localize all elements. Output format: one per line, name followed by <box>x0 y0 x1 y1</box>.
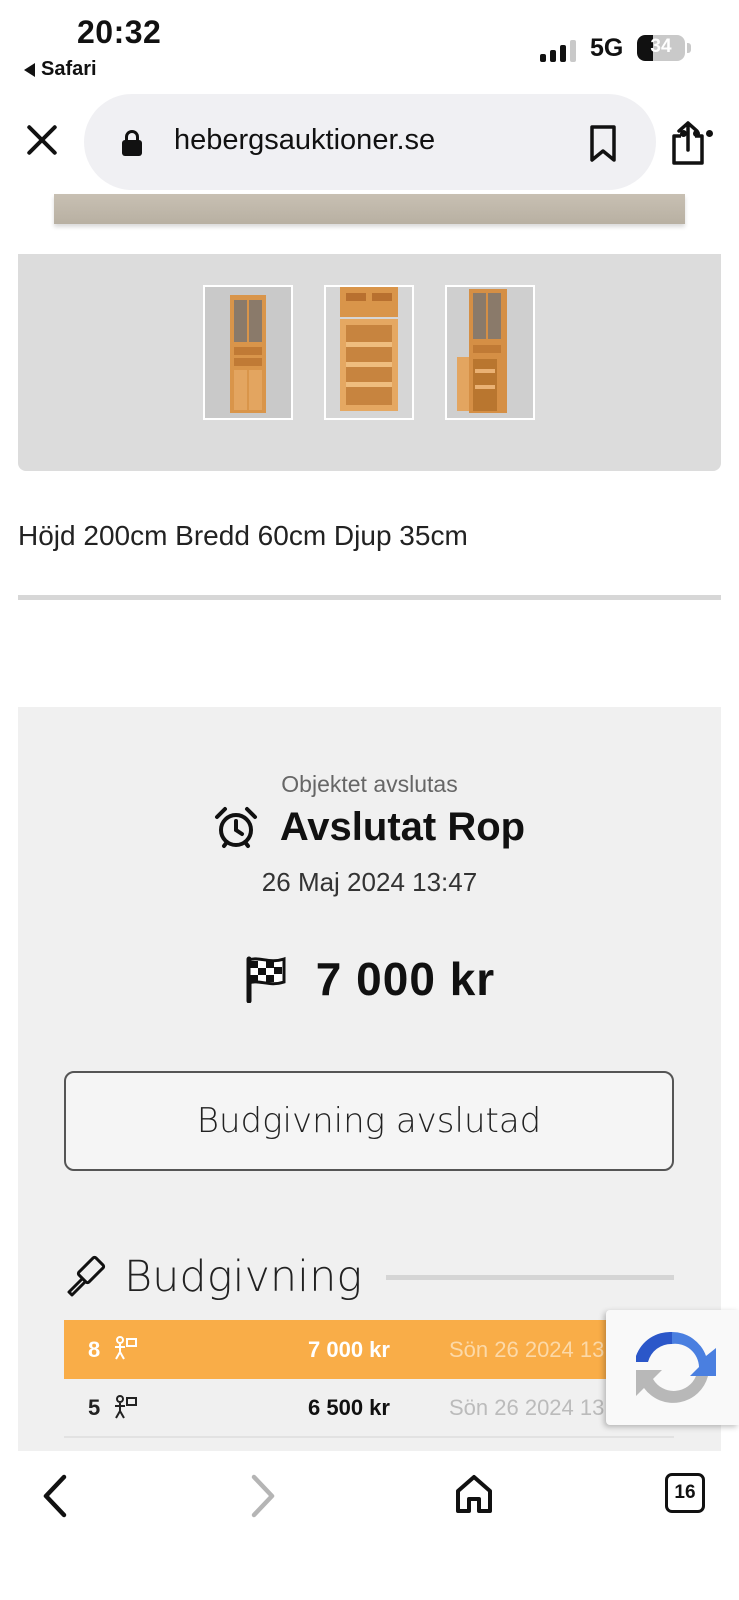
recaptcha-icon <box>636 1331 716 1403</box>
bid-date: Sön 26 2024 13 <box>449 1394 605 1420</box>
main-product-image[interactable] <box>54 194 685 224</box>
url-text: hebergsauktioner.se <box>174 124 436 156</box>
bid-amount: 7 000 kr <box>308 1336 390 1362</box>
divider <box>18 595 721 600</box>
alarm-clock-icon <box>214 806 257 848</box>
lock-icon <box>122 130 142 156</box>
table-row: 8 7 000 kr Sön 26 2024 13 <box>64 1320 674 1379</box>
address-bar[interactable]: hebergsauktioner.se <box>84 94 704 190</box>
final-price: 7 000 kr <box>315 953 496 1005</box>
network-label: 5G <box>590 34 624 62</box>
share-icon[interactable] <box>668 120 708 166</box>
bookmark-icon[interactable] <box>588 124 618 164</box>
battery-percent: 34 <box>650 36 672 57</box>
battery-tip <box>687 43 691 53</box>
browser-toolbar: 16 <box>0 1451 739 1600</box>
price-row: 7 000 kr <box>18 952 721 1006</box>
close-icon[interactable] <box>22 120 62 160</box>
more-icon[interactable] <box>680 130 713 137</box>
bid-table: 8 7 000 kr Sön 26 2024 13 5 6 500 kr Sön… <box>64 1320 674 1438</box>
home-icon[interactable] <box>454 1473 494 1515</box>
bidding-title: Budgivning <box>124 1252 363 1302</box>
checkered-flag-icon <box>246 956 286 1003</box>
signal-icon <box>540 38 576 62</box>
clock: 20:32 <box>77 14 162 50</box>
back-icon[interactable] <box>40 1473 70 1519</box>
browser-bar: hebergsauktioner.se <box>0 90 739 194</box>
thumbnail-1[interactable] <box>203 285 293 420</box>
back-app-label: Safari <box>41 58 97 80</box>
thumbnail-2[interactable] <box>324 285 414 420</box>
table-row: 5 6 500 kr Sön 26 2024 13 <box>64 1379 674 1438</box>
status-row: Avslutat Rop <box>18 805 721 850</box>
tabs-count: 16 <box>674 1482 696 1503</box>
bidding-divider <box>386 1274 674 1280</box>
bid-date: Sön 26 2024 13 <box>449 1336 605 1362</box>
tabs-button[interactable]: 16 <box>665 1473 705 1513</box>
bidder-icon <box>115 1395 137 1419</box>
ends-label: Objektet avslutas <box>281 771 458 797</box>
auction-status: Avslutat Rop <box>279 805 526 849</box>
bidding-closed-button[interactable]: Budgivning avslutad <box>64 1071 674 1171</box>
bidding-header: Budgivning <box>64 1247 674 1307</box>
back-to-app-link[interactable]: Safari <box>24 58 97 81</box>
product-dimensions: Höjd 200cm Bredd 60cm Djup 35cm <box>18 520 468 551</box>
bidder-icon <box>115 1336 137 1360</box>
bidder-number: 5 <box>88 1394 101 1420</box>
forward-icon[interactable] <box>248 1473 278 1519</box>
thumbnail-strip <box>18 254 721 471</box>
recaptcha-badge[interactable] <box>606 1310 739 1425</box>
back-triangle-icon <box>24 62 35 77</box>
thumbnail-3[interactable] <box>445 285 535 420</box>
status-bar: 20:32 Safari 5G 34 <box>0 0 739 90</box>
bidder-number: 8 <box>88 1336 101 1362</box>
bid-amount: 6 500 kr <box>308 1394 390 1420</box>
battery-icon: 34 <box>637 35 685 61</box>
end-date: 26 Maj 2024 13:47 <box>261 867 478 897</box>
gavel-icon <box>67 1255 106 1297</box>
